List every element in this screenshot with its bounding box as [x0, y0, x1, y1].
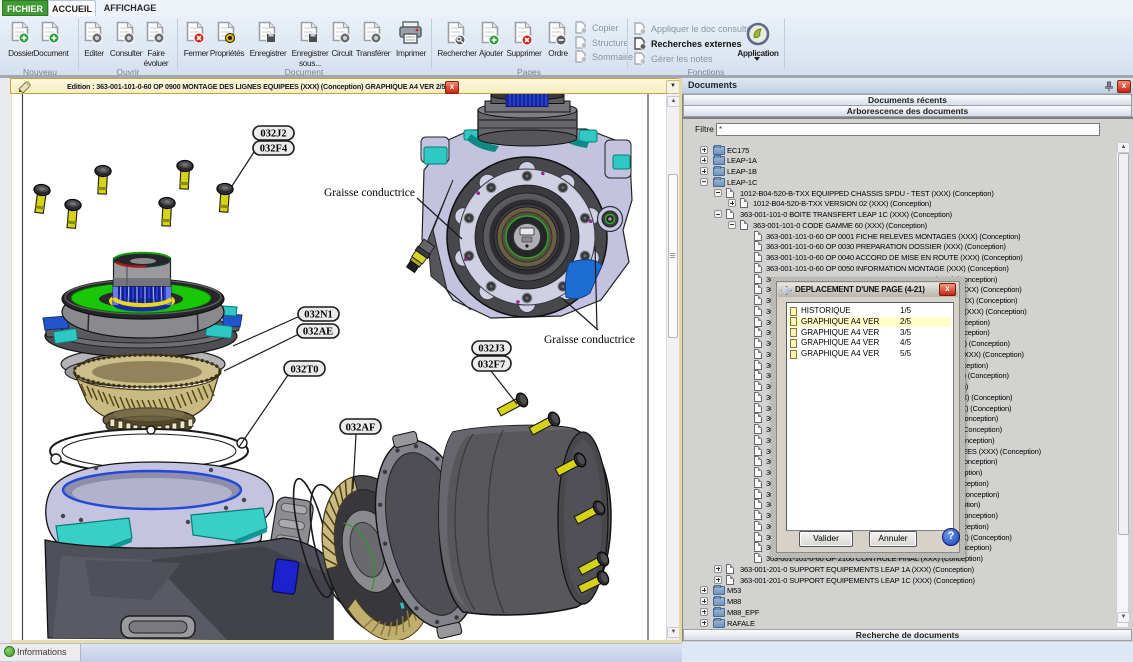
svg-text:032J2: 032J2 — [260, 129, 286, 140]
svg-text:Graisse conductrice: Graisse conductrice — [544, 334, 635, 346]
svg-text:032AE: 032AE — [303, 327, 333, 338]
svg-text:032F7: 032F7 — [478, 360, 505, 371]
svg-text:032T0: 032T0 — [290, 365, 318, 376]
svg-text:032J3: 032J3 — [478, 344, 504, 355]
svg-text:032N1: 032N1 — [304, 310, 333, 321]
svg-text:Graisse conductrice: Graisse conductrice — [324, 187, 415, 199]
svg-text:032AF: 032AF — [346, 423, 376, 434]
svg-text:032F4: 032F4 — [260, 144, 288, 155]
